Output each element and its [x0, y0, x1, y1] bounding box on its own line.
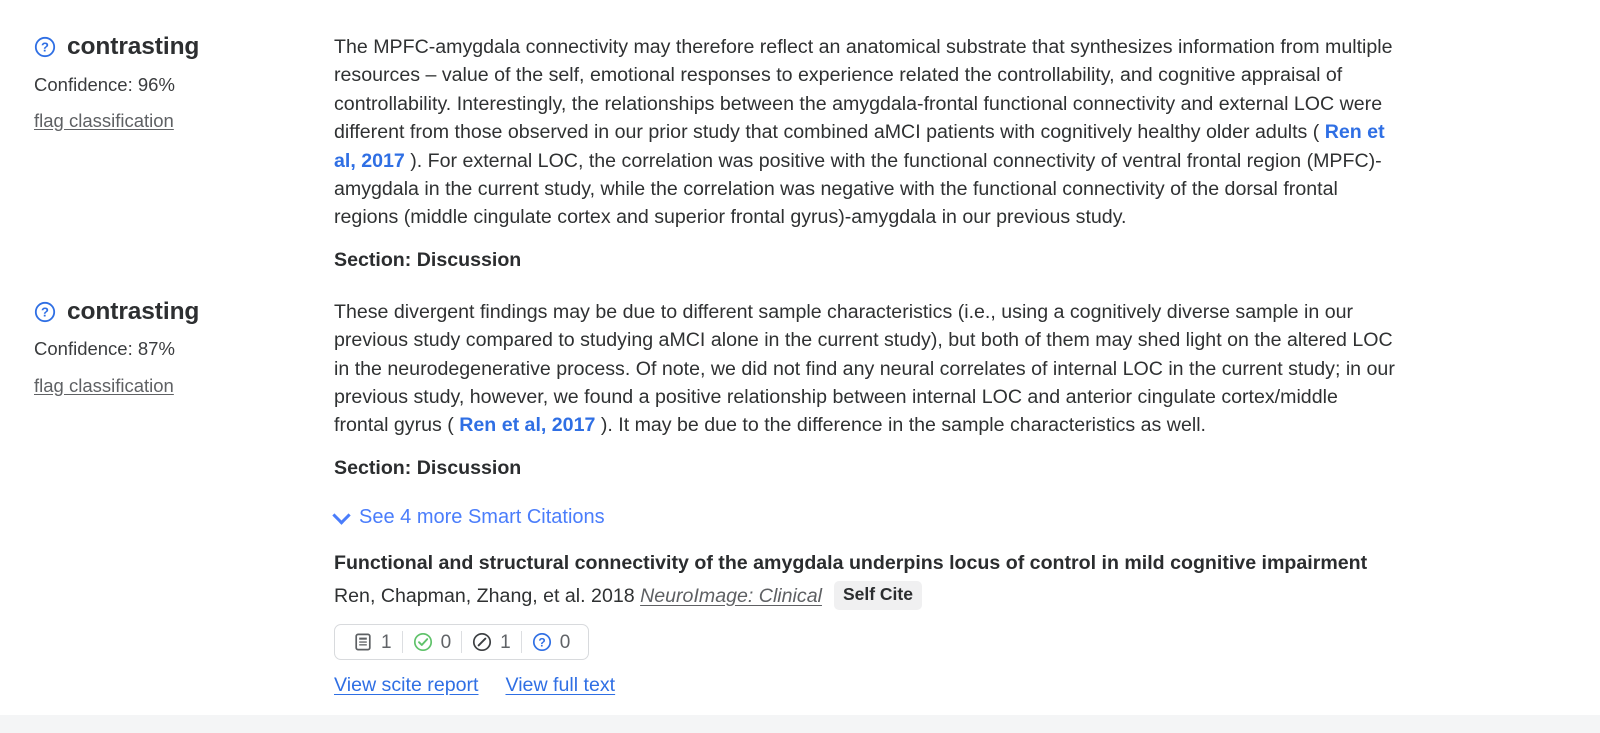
- svg-text:?: ?: [538, 636, 545, 650]
- section-label: Section: Discussion: [334, 456, 522, 479]
- paper-card: Functional and structural connectivity o…: [0, 551, 1600, 697]
- citation-row: ? contrasting Confidence: 96% flag class…: [0, 0, 1600, 272]
- citation-quote: The MPFC-amygdala connectivity may there…: [334, 33, 1397, 232]
- citation-stats-pill: 1 0 1 ? 0: [334, 624, 590, 661]
- citation-body: The MPFC-amygdala connectivity may there…: [334, 33, 1564, 272]
- slash-circle-icon: [472, 632, 492, 652]
- page-bottom-strip: [0, 715, 1600, 733]
- confidence-text: Confidence: 87%: [34, 338, 175, 360]
- stat-contrasting[interactable]: ? 0: [522, 632, 581, 652]
- stat-supporting[interactable]: 0: [403, 632, 462, 652]
- classification-header: ? contrasting: [34, 33, 334, 60]
- see-more-label: See 4 more Smart Citations: [359, 505, 605, 528]
- view-scite-report-link[interactable]: View scite report: [334, 674, 478, 697]
- see-more-smart-citations-button[interactable]: See 4 more Smart Citations: [0, 506, 605, 529]
- chevron-down-icon: [334, 508, 349, 523]
- paper-metadata: Ren, Chapman, Zhang, et al. 2018 NeuroIm…: [334, 581, 1564, 611]
- quote-text-before: The MPFC-amygdala connectivity may there…: [334, 36, 1393, 144]
- classification-label: contrasting: [67, 33, 200, 60]
- classification-label: contrasting: [67, 297, 200, 325]
- classification-header: ? contrasting: [34, 297, 334, 325]
- stat-count: 0: [440, 631, 452, 653]
- question-circle-icon: ?: [34, 36, 56, 58]
- stat-count: 1: [500, 631, 511, 653]
- svg-text:?: ?: [41, 305, 49, 320]
- self-cite-badge: Self Cite: [833, 581, 922, 611]
- confidence-text: Confidence: 96%: [34, 73, 175, 95]
- view-full-text-link[interactable]: View full text: [505, 674, 615, 697]
- check-circle-icon: [413, 632, 433, 652]
- svg-text:?: ?: [41, 40, 49, 55]
- paper-actions: View scite report View full text: [334, 674, 1564, 697]
- citation-row: ? contrasting Confidence: 87% flag class…: [0, 272, 1600, 480]
- classification-column: ? contrasting Confidence: 87% flag class…: [34, 298, 334, 397]
- quote-text-after: ). It may be due to the difference in th…: [595, 414, 1206, 437]
- question-circle-icon: ?: [532, 632, 552, 652]
- paper-title: Functional and structural connectivity o…: [334, 551, 1368, 574]
- section-label: Section: Discussion: [334, 248, 522, 271]
- flag-classification-link[interactable]: flag classification: [34, 375, 174, 397]
- stat-count: 0: [559, 631, 571, 653]
- citation-quote: These divergent findings may be due to d…: [334, 298, 1397, 440]
- paper-authors: Ren, Chapman, Zhang, et al. 2018: [334, 584, 641, 607]
- quote-text-after: ). For external LOC, the correlation was…: [334, 149, 1382, 229]
- classification-column: ? contrasting Confidence: 96% flag class…: [34, 33, 334, 132]
- flag-classification-link[interactable]: flag classification: [34, 110, 174, 132]
- journal-link[interactable]: NeuroImage: Clinical: [640, 583, 822, 609]
- citation-body: These divergent findings may be due to d…: [334, 298, 1564, 480]
- document-icon: [353, 632, 373, 652]
- inline-reference-link[interactable]: Ren et al, 2017: [459, 414, 595, 436]
- stat-citations[interactable]: 1: [343, 632, 402, 652]
- stat-count: 1: [381, 631, 392, 653]
- smart-citations-panel: ? contrasting Confidence: 96% flag class…: [0, 0, 1600, 733]
- question-circle-icon: ?: [34, 301, 56, 323]
- stat-mentioning[interactable]: 1: [462, 632, 521, 652]
